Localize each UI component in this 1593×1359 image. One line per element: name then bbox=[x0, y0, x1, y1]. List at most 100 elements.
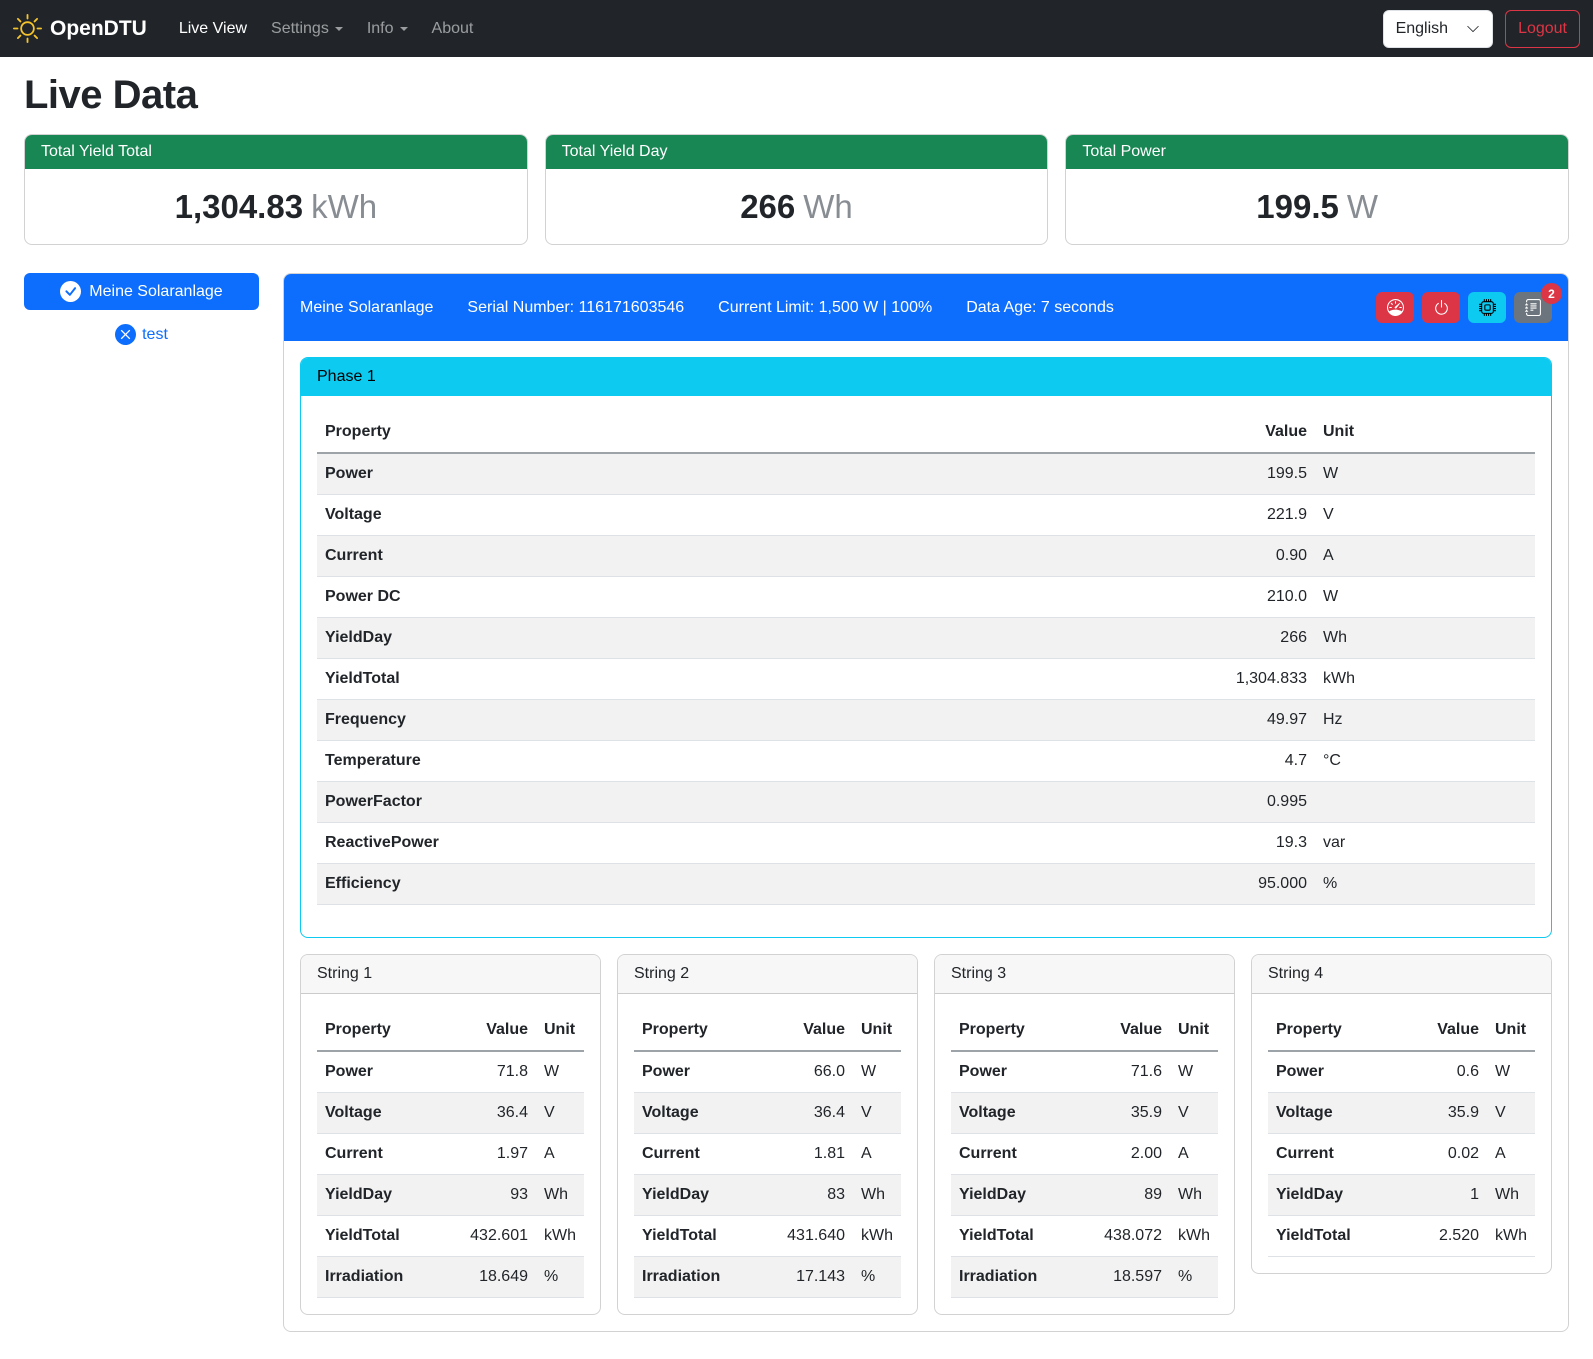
table-row: Irradiation18.597% bbox=[951, 1257, 1218, 1298]
nav-item-settings[interactable]: Settings bbox=[263, 12, 351, 46]
summary-card-body: 1,304.83kWh bbox=[25, 169, 527, 244]
table-row: Temperature4.7°C bbox=[317, 741, 1535, 782]
unit-cell: A bbox=[853, 1134, 901, 1175]
value-cell: 35.9 bbox=[1078, 1093, 1170, 1134]
summary-value: 1,304.83 bbox=[175, 188, 303, 225]
column-unit: Unit bbox=[1315, 412, 1535, 453]
nav-item-info[interactable]: Info bbox=[359, 12, 416, 46]
property-cell: Power bbox=[317, 1051, 444, 1093]
string-card-body: Property Value Unit Power0.6WVoltage35.9… bbox=[1252, 994, 1551, 1257]
brand[interactable]: OpenDTU bbox=[13, 14, 147, 43]
column-property: Property bbox=[1268, 1010, 1395, 1051]
property-cell: YieldDay bbox=[1268, 1175, 1395, 1216]
column-value: Value bbox=[1175, 412, 1315, 453]
string-card-3: String 3 Property Value Unit bbox=[934, 954, 1235, 1315]
event-count-badge: 2 bbox=[1541, 283, 1562, 304]
table-row: Power66.0W bbox=[634, 1051, 901, 1093]
table-row: Irradiation17.143% bbox=[634, 1257, 901, 1298]
unit-cell: V bbox=[1170, 1093, 1218, 1134]
unit-cell: Wh bbox=[536, 1175, 584, 1216]
value-cell: 0.995 bbox=[1175, 782, 1315, 823]
event-log-button[interactable]: 2 bbox=[1514, 292, 1552, 323]
summary-value: 266 bbox=[740, 188, 795, 225]
unit-cell: Wh bbox=[1315, 618, 1535, 659]
power-icon bbox=[1433, 299, 1450, 316]
unit-cell: A bbox=[1487, 1134, 1535, 1175]
check-circle-icon bbox=[60, 281, 81, 302]
table-head: Property Value Unit bbox=[317, 412, 1535, 453]
column-unit: Unit bbox=[853, 1010, 901, 1051]
summary-card-body: 199.5W bbox=[1066, 169, 1568, 244]
string-card-title: String 3 bbox=[935, 955, 1234, 994]
inverter-card-body: Phase 1 Property Value Unit Power199.5WV… bbox=[284, 341, 1568, 1331]
property-cell: Efficiency bbox=[317, 864, 1175, 905]
property-cell: Voltage bbox=[317, 495, 1175, 536]
value-cell: 49.97 bbox=[1175, 700, 1315, 741]
strings-row: String 1 Property Value Unit bbox=[300, 954, 1552, 1315]
table-row: Power71.6W bbox=[951, 1051, 1218, 1093]
unit-cell: kWh bbox=[1170, 1216, 1218, 1257]
property-cell: Power DC bbox=[317, 577, 1175, 618]
inverter-item-test[interactable]: test bbox=[24, 323, 259, 346]
unit-cell: W bbox=[1170, 1051, 1218, 1093]
summary-card-title: Total Power bbox=[1066, 135, 1568, 169]
table-row: Power199.5W bbox=[317, 453, 1535, 495]
value-cell: 35.9 bbox=[1395, 1093, 1487, 1134]
inverter-card: Meine Solaranlage Serial Number: 1161716… bbox=[283, 273, 1569, 1332]
property-cell: YieldDay bbox=[317, 1175, 444, 1216]
inverter-item-label: test bbox=[142, 326, 168, 344]
device-info-button[interactable] bbox=[1468, 292, 1506, 323]
summary-card-title: Total Yield Total bbox=[25, 135, 527, 169]
journal-text-icon bbox=[1525, 299, 1542, 316]
value-cell: 432.601 bbox=[444, 1216, 536, 1257]
property-cell: Current bbox=[317, 1134, 444, 1175]
summary-unit: W bbox=[1347, 188, 1378, 225]
summary-value: 199.5 bbox=[1256, 188, 1339, 225]
string-table: Property Value Unit Power71.6WVoltage35.… bbox=[951, 1010, 1218, 1298]
page-title: Live Data bbox=[24, 73, 1569, 118]
property-cell: ReactivePower bbox=[317, 823, 1175, 864]
logout-button[interactable]: Logout bbox=[1505, 10, 1580, 48]
value-cell: 89 bbox=[1078, 1175, 1170, 1216]
column-value: Value bbox=[1395, 1010, 1487, 1051]
nav-item-about[interactable]: About bbox=[424, 12, 482, 46]
property-cell: Current bbox=[951, 1134, 1078, 1175]
limit-settings-button[interactable] bbox=[1376, 292, 1414, 323]
chevron-down-icon bbox=[1466, 22, 1480, 36]
inverter-limit: Current Limit: 1,500 W | 100% bbox=[718, 299, 932, 317]
unit-cell: W bbox=[1315, 453, 1535, 495]
table-body: Power71.6WVoltage35.9VCurrent2.00AYieldD… bbox=[951, 1051, 1218, 1298]
string-card-body: Property Value Unit Power71.8WVoltage36.… bbox=[301, 994, 600, 1298]
unit-cell: kWh bbox=[1315, 659, 1535, 700]
unit-cell: V bbox=[1315, 495, 1535, 536]
table-row: YieldDay1Wh bbox=[1268, 1175, 1535, 1216]
phase-card: Phase 1 Property Value Unit Power199.5WV… bbox=[300, 357, 1552, 938]
string-card-title: String 4 bbox=[1252, 955, 1551, 994]
power-button[interactable] bbox=[1422, 292, 1460, 323]
language-select[interactable]: English bbox=[1383, 10, 1493, 48]
value-cell: 0.90 bbox=[1175, 536, 1315, 577]
table-row: Power DC210.0W bbox=[317, 577, 1535, 618]
unit-cell: Wh bbox=[1170, 1175, 1218, 1216]
inverter-name: Meine Solaranlage bbox=[300, 299, 433, 317]
property-cell: Irradiation bbox=[634, 1257, 761, 1298]
unit-cell bbox=[1315, 782, 1535, 823]
speedometer-icon bbox=[1387, 299, 1404, 316]
table-row: Voltage36.4V bbox=[634, 1093, 901, 1134]
table-body: Power71.8WVoltage36.4VCurrent1.97AYieldD… bbox=[317, 1051, 584, 1298]
unit-cell: var bbox=[1315, 823, 1535, 864]
table-row: Current0.90A bbox=[317, 536, 1535, 577]
property-cell: YieldTotal bbox=[317, 1216, 444, 1257]
column-property: Property bbox=[951, 1010, 1078, 1051]
inverter-selected-label: Meine Solaranlage bbox=[89, 283, 222, 301]
property-cell: Temperature bbox=[317, 741, 1175, 782]
table-row: ReactivePower19.3var bbox=[317, 823, 1535, 864]
content-row: Meine Solaranlage test Meine Solaranlage… bbox=[24, 273, 1569, 1332]
column-unit: Unit bbox=[1487, 1010, 1535, 1051]
nav-item-live-view[interactable]: Live View bbox=[171, 12, 255, 46]
inverter-selected-button[interactable]: Meine Solaranlage bbox=[24, 273, 259, 310]
unit-cell: V bbox=[536, 1093, 584, 1134]
table-row: Voltage221.9V bbox=[317, 495, 1535, 536]
nav-item-label: Live View bbox=[179, 20, 247, 38]
string-card-title: String 1 bbox=[301, 955, 600, 994]
